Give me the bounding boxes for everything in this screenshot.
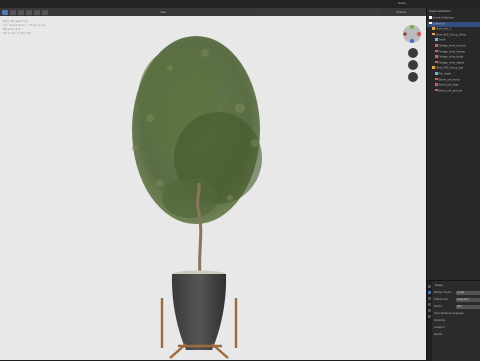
outliner-row-label: Trunk [438,38,446,42]
outliner-row-label: Scene Collection [432,16,455,20]
property-label: Open Shading Language [434,312,464,315]
outliner-row-label: Pot_mesh [438,72,452,76]
property-label: Render Engine [434,291,452,294]
outliner-row-label: Olive_tree_1 [435,27,452,31]
pan-icon[interactable] [408,60,418,70]
property-value-field[interactable]: Supported [456,298,480,302]
property-value-field[interactable]: CPU [456,305,480,309]
property-value-field[interactable]: Cycles [456,291,480,295]
3d-viewport[interactable]: View Options User Perspective (1) Collec… [0,8,426,360]
tool-tab-icon[interactable] [428,285,431,288]
property-row: Open Shading Language [434,312,480,317]
outliner-panel: Scene Collection Scene Collection Collect… [426,8,480,280]
outliner-row-label: Foliage_olive_leaves [438,49,465,53]
outliner-row-label: Stand_pot_ground [438,89,463,93]
scene-selector[interactable]: Scene [398,2,406,5]
property-label: Render [434,333,443,336]
object-type-icon [435,83,438,86]
property-label: Device [434,305,443,308]
property-row: Render [434,333,480,338]
properties-title: Scene [435,284,443,287]
properties-panel: Scene Render Engine Cycles Feature Set Supp… [426,280,480,361]
object-type-icon [432,66,435,69]
object-type-icon [429,21,432,25]
object-type-icon [435,38,438,41]
outliner-row-label: Olive_003_Group_pot [435,66,464,70]
outliner-row[interactable]: Stand_pot_ground [427,88,480,95]
top-bar: Scene [0,0,480,8]
object-type-icon [435,72,438,75]
property-row: Sampling [434,319,480,324]
object-type-icon [432,27,435,30]
object-type-icon [435,44,438,47]
object-type-icon [435,77,438,81]
olive-tree-render [132,36,262,359]
object-type-icon [435,49,438,53]
outliner-row-label: Stand_pot_wood [438,77,460,81]
property-row: Render Engine Cycles [434,291,480,296]
zoom-icon[interactable] [408,48,418,58]
outliner-header: Scene Collection [429,10,451,13]
object-type-icon [435,55,438,58]
output-tab-icon[interactable] [428,297,431,300]
property-row: Viewport [434,326,480,331]
properties-tabs [427,281,432,361]
object-type-icon [435,88,438,92]
render-tab-icon[interactable] [428,291,431,294]
property-label: Feature Set [434,298,448,301]
navigation-gizmo[interactable] [402,24,422,44]
outliner-row-label: Foliage_olive_stems [438,61,465,65]
outliner-row-label: Olive_003_Group_Olive... [435,33,468,37]
object-type-icon [429,16,432,19]
outliner-row-label: Foliage_olive_fruits [438,55,464,59]
property-row: Device CPU [434,305,480,310]
property-label: Viewport [434,326,445,329]
outliner-row-label: Stand_pot_legs [438,83,459,87]
property-label: Sampling [434,319,446,322]
object-type-icon [435,60,438,64]
object-tab-icon[interactable] [428,315,431,318]
outliner-row-label: Collection [432,21,446,25]
camera-view-icon[interactable] [408,72,418,82]
outliner-row-label: Foliage_olive_branch [438,44,466,48]
property-row: Feature Set Supported [434,298,480,303]
object-type-icon [432,32,435,36]
scene-tab-icon[interactable] [428,303,431,306]
world-tab-icon[interactable] [428,309,431,312]
